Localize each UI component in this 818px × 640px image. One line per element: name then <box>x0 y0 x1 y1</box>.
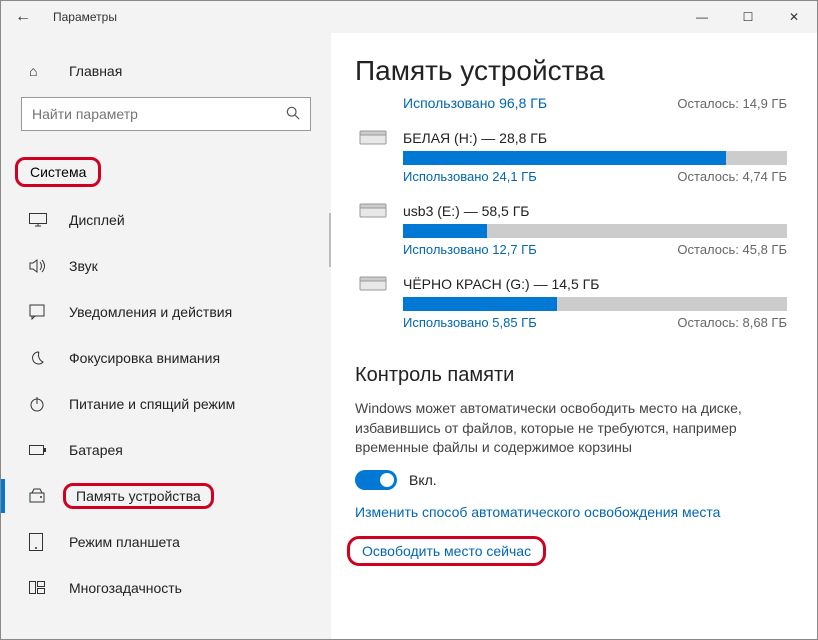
nav-multitask[interactable]: Многозадачность <box>1 565 331 611</box>
nav-storage[interactable]: Память устройства <box>1 473 331 519</box>
nav-label: Уведомления и действия <box>69 304 232 320</box>
nav-label: Питание и спящий режим <box>69 396 235 412</box>
maximize-button[interactable]: ☐ <box>725 1 771 33</box>
back-button[interactable]: ← <box>15 8 39 26</box>
change-auto-free-link[interactable]: Изменить способ автоматического освобожд… <box>355 504 787 520</box>
nav-home[interactable]: ⌂ Главная <box>1 57 331 97</box>
window-title: Параметры <box>53 10 117 24</box>
nav-notifications[interactable]: Уведомления и действия <box>1 289 331 335</box>
tablet-icon <box>29 533 51 551</box>
search-input[interactable] <box>32 106 286 122</box>
disk-icon <box>355 129 391 147</box>
section-system[interactable]: Система <box>15 157 101 187</box>
window-controls: — ☐ ✕ <box>679 1 817 33</box>
search-icon <box>286 106 300 123</box>
titlebar: ← Параметры — ☐ ✕ <box>1 1 817 33</box>
disk-icon <box>355 202 391 220</box>
drive-row: usb3 (E:) — 58,5 ГБ Использовано 12,7 ГБ… <box>355 202 787 257</box>
close-button[interactable]: ✕ <box>771 1 817 33</box>
multitask-icon <box>29 581 51 595</box>
drive-row: БЕЛАЯ (H:) — 28,8 ГБ Использовано 24,1 Г… <box>355 129 787 184</box>
overall-remain: Осталось: 14,9 ГБ <box>677 96 787 111</box>
usage-bar[interactable] <box>403 151 787 165</box>
drive-name: БЕЛАЯ (H:) — 28,8 ГБ <box>403 130 547 146</box>
nav-power[interactable]: Питание и спящий режим <box>1 381 331 427</box>
usage-bar[interactable] <box>403 224 787 238</box>
battery-icon <box>29 444 51 456</box>
search-box[interactable] <box>21 97 311 131</box>
drive-used-link[interactable]: Использовано 5,85 ГБ <box>403 315 537 330</box>
storage-sense-heading: Контроль памяти <box>355 364 787 387</box>
power-icon <box>29 396 51 412</box>
nav-label: Звук <box>69 258 98 274</box>
nav-focus[interactable]: Фокусировка внимания <box>1 335 331 381</box>
disk-icon <box>355 275 391 293</box>
nav-sound[interactable]: Звук <box>1 243 331 289</box>
sidebar: ⌂ Главная Система Дисплей Звук Уведомлен… <box>1 33 331 639</box>
drive-used-link[interactable]: Использовано 12,7 ГБ <box>403 242 537 257</box>
usage-bar[interactable] <box>403 297 787 311</box>
drive-icon <box>29 488 51 504</box>
drive-name: ЧЁРНО КРАСН (G:) — 14,5 ГБ <box>403 276 599 292</box>
moon-icon <box>29 350 51 366</box>
nav-battery[interactable]: Батарея <box>1 427 331 473</box>
nav-home-label: Главная <box>69 63 122 79</box>
drive-remain: Осталось: 8,68 ГБ <box>677 315 787 330</box>
nav-label: Батарея <box>69 442 123 458</box>
nav-label: Многозадачность <box>69 580 182 596</box>
nav-tablet[interactable]: Режим планшета <box>1 519 331 565</box>
drive-remain: Осталось: 45,8 ГБ <box>677 242 787 257</box>
content-pane: Память устройства Использовано 96,8 ГБ О… <box>331 33 817 639</box>
drive-used-link[interactable]: Использовано 24,1 ГБ <box>403 169 537 184</box>
nav-label: Дисплей <box>69 212 125 228</box>
nav-label: Фокусировка внимания <box>69 350 220 366</box>
nav-label: Режим планшета <box>69 534 180 550</box>
drive-name: usb3 (E:) — 58,5 ГБ <box>403 203 530 219</box>
speaker-icon <box>29 259 51 273</box>
nav-label: Память устройства <box>63 483 214 509</box>
page-title: Память устройства <box>355 55 787 87</box>
notification-icon <box>29 304 51 320</box>
monitor-icon <box>29 213 51 227</box>
drive-remain: Осталось: 4,74 ГБ <box>677 169 787 184</box>
toggle-label: Вкл. <box>409 472 437 488</box>
free-space-now-link[interactable]: Освободить место сейчас <box>347 536 546 566</box>
drive-row: ЧЁРНО КРАСН (G:) — 14,5 ГБ Использовано … <box>355 275 787 330</box>
storage-sense-toggle[interactable] <box>355 470 397 490</box>
minimize-button[interactable]: — <box>679 1 725 33</box>
overall-used-link[interactable]: Использовано 96,8 ГБ <box>403 95 547 111</box>
nav-display[interactable]: Дисплей <box>1 197 331 243</box>
home-icon: ⌂ <box>29 63 51 79</box>
storage-sense-desc: Windows может автоматически освободить м… <box>355 399 787 458</box>
